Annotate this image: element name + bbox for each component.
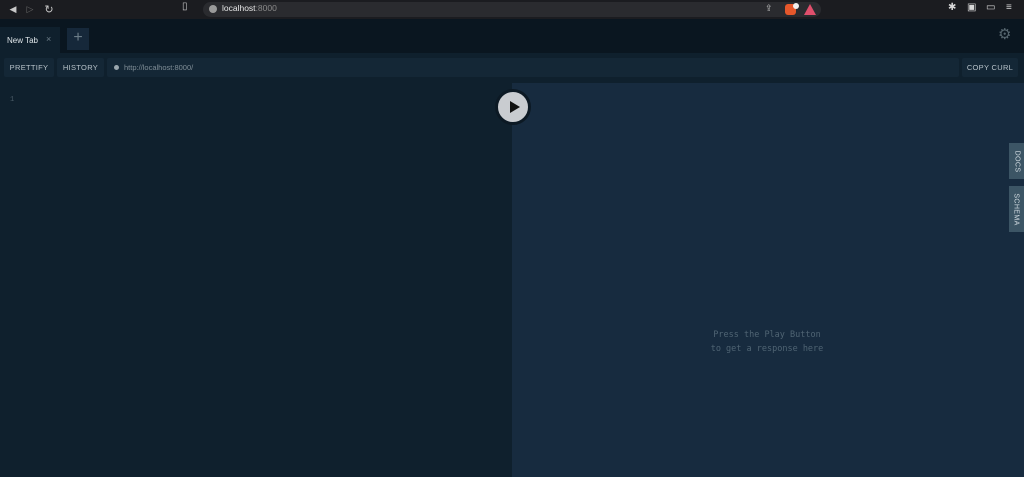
address-text[interactable]: localhost:8000	[222, 3, 277, 13]
schema-side-tab[interactable]: SCHEMA	[1009, 186, 1024, 232]
address-port: :8000	[255, 3, 277, 13]
sidebar-toggle-icon[interactable]: ▣	[967, 2, 976, 13]
schema-tab-label: SCHEMA	[1013, 192, 1021, 226]
forward-arrow-icon[interactable]: ▷	[21, 1, 39, 19]
bookmark-icon[interactable]: ▯	[182, 1, 188, 12]
docs-side-tab[interactable]: DOCS	[1009, 143, 1024, 179]
endpoint-input[interactable]	[124, 61, 944, 74]
result-placeholder: Press the Play Button to get a response …	[662, 328, 872, 356]
wallet-icon[interactable]: ▭	[986, 2, 995, 13]
back-arrow-icon[interactable]: ◀	[4, 1, 22, 19]
query-editor[interactable]: 1	[0, 83, 512, 477]
menu-icon[interactable]: ≡	[1006, 2, 1012, 13]
close-icon[interactable]: ×	[46, 34, 51, 44]
play-icon	[509, 101, 520, 113]
execute-query-button[interactable]	[495, 89, 531, 125]
extensions-icon[interactable]: ✱	[948, 2, 956, 13]
history-button[interactable]: HISTORY	[57, 58, 104, 77]
line-number: 1	[10, 96, 15, 104]
prettify-button[interactable]: PRETTIFY	[4, 58, 54, 77]
shields-badge-icon	[793, 3, 799, 9]
tab-new-tab[interactable]: New Tab ×	[0, 27, 60, 53]
address-bar[interactable]: localhost:8000 ⇪	[203, 2, 821, 17]
result-hint-line: to get a response here	[710, 344, 824, 354]
gear-icon[interactable]: ⚙	[998, 25, 1011, 43]
endpoint-bar	[107, 58, 959, 77]
result-hint-line: Press the Play Button	[713, 330, 821, 340]
brave-rewards-icon[interactable]	[804, 4, 816, 15]
tab-label: New Tab	[7, 36, 38, 45]
add-tab-button[interactable]: +	[67, 28, 89, 50]
docs-tab-label: DOCS	[1013, 150, 1021, 172]
reload-icon[interactable]: ↻	[40, 1, 58, 19]
result-pane: Press the Play Button to get a response …	[512, 83, 1024, 477]
site-info-icon[interactable]	[209, 5, 217, 13]
playground-tab-bar: New Tab × +	[0, 19, 1024, 53]
query-toolbar: PRETTIFY HISTORY COPY CURL	[0, 53, 1024, 83]
address-host: localhost	[222, 3, 256, 13]
copy-curl-button[interactable]: COPY CURL	[962, 58, 1018, 77]
share-icon[interactable]: ⇪	[765, 3, 773, 14]
browser-toolbar: ◀ ▷ ↻ ▯ localhost:8000 ⇪ ✱ ▣ ▭ ≡	[0, 0, 1024, 19]
connection-status-icon	[114, 65, 119, 70]
